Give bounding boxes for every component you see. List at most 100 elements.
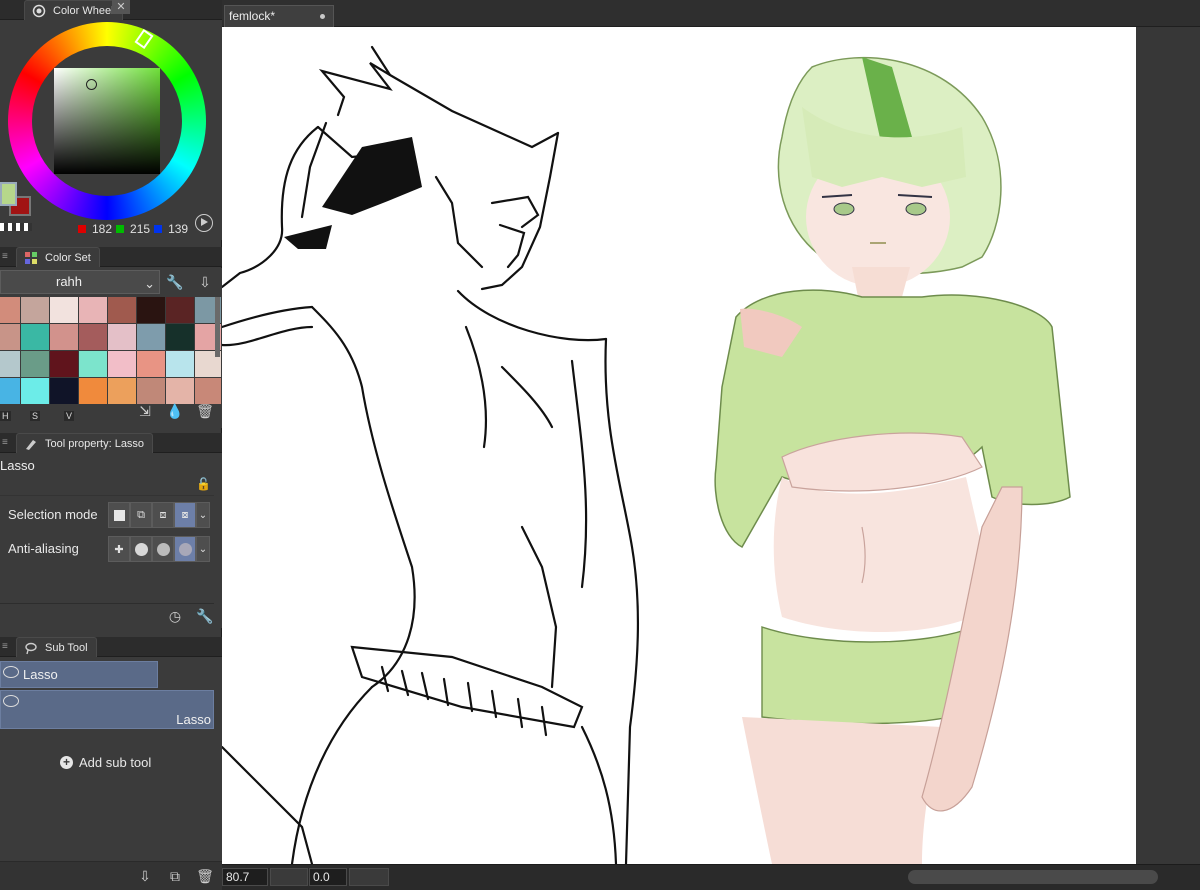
brush-icon [26, 440, 36, 450]
saturation-mode-label[interactable]: S [30, 411, 41, 421]
saturation-value-square[interactable] [54, 68, 160, 174]
sub-tool-detail-icon[interactable]: ◷ [166, 607, 184, 625]
color-swatch[interactable] [166, 351, 194, 377]
color-swatch[interactable] [166, 378, 194, 404]
color-swatch[interactable] [50, 324, 78, 350]
color-swatch[interactable] [195, 378, 221, 404]
add-color-icon[interactable]: ⇲ [136, 402, 154, 420]
color-swatch[interactable] [108, 351, 136, 377]
swatch-scrollbar[interactable] [215, 297, 220, 357]
colored-figure [714, 56, 1071, 864]
eyedropper-add-icon[interactable]: 💧 [166, 402, 184, 420]
color-swatch[interactable] [21, 351, 49, 377]
subtract-selection-button[interactable]: ⧈ [152, 502, 174, 528]
color-swatch[interactable] [21, 378, 49, 404]
close-icon[interactable]: ✕ [112, 0, 130, 14]
plus-icon: + [60, 756, 73, 769]
aa-weak-button[interactable] [130, 536, 152, 562]
color-swatch[interactable] [0, 324, 20, 350]
add-sub-tool-label: Add sub tool [79, 755, 152, 770]
color-swatch[interactable] [79, 324, 107, 350]
hue-mode-label[interactable]: H [0, 411, 11, 421]
color-swatch[interactable] [79, 297, 107, 323]
zoom-slider[interactable] [270, 868, 308, 886]
tab-color-set[interactable]: Color Set [16, 247, 100, 267]
sub-tool-item-lasso-2[interactable]: Lasso [0, 690, 214, 729]
color-wheel-icon [32, 4, 46, 18]
tab-color-wheel[interactable]: Color Wheel [24, 0, 123, 20]
add-selection-button[interactable]: ⧉ [130, 502, 152, 528]
intersect-selection-button[interactable]: ⧇ [174, 502, 196, 528]
color-swatch[interactable] [21, 324, 49, 350]
main-color-swatch[interactable] [0, 182, 17, 206]
color-swatch[interactable] [166, 324, 194, 350]
transparent-color-swatch[interactable] [0, 223, 32, 231]
color-swatch[interactable] [50, 297, 78, 323]
switch-mode-icon[interactable] [195, 214, 213, 232]
color-swatch[interactable] [79, 378, 107, 404]
square-icon [113, 509, 125, 521]
color-swatch[interactable] [108, 297, 136, 323]
aa-strong-button[interactable] [174, 536, 196, 562]
color-set-panel-title: Color Set [45, 252, 91, 264]
tool-property-panel-header: ≡ Tool property: Lasso [0, 433, 222, 453]
tab-sub-tool[interactable]: Sub Tool [16, 637, 97, 657]
trash-icon[interactable]: 🗑 [196, 867, 214, 885]
color-swatch[interactable] [108, 324, 136, 350]
color-swatch[interactable] [108, 378, 136, 404]
grip-icon[interactable]: ≡ [2, 438, 10, 448]
color-set-panel-header: ≡ Color Set [0, 247, 222, 267]
color-swatch[interactable] [137, 378, 165, 404]
horizontal-scrollbar[interactable] [908, 870, 1158, 884]
document-tab[interactable]: femlock* [224, 5, 334, 27]
wrench-icon[interactable]: 🔧 [196, 607, 214, 625]
zoom-field[interactable]: 80.7 [222, 868, 268, 886]
color-swatch[interactable] [0, 378, 20, 404]
color-swatch[interactable] [21, 297, 49, 323]
trash-icon[interactable]: 🗑 [196, 402, 214, 420]
drawing-canvas[interactable] [222, 27, 1136, 864]
color-swatch[interactable] [137, 297, 165, 323]
rotation-value: 0.0 [313, 870, 330, 884]
color-set-dropdown[interactable]: rahh ⌄ [0, 270, 160, 294]
anti-aliasing-label: Anti-aliasing [8, 541, 79, 556]
grip-icon[interactable]: ≡ [2, 252, 10, 262]
lock-icon[interactable]: 🔓 [196, 477, 211, 491]
color-set-name: rahh [56, 274, 83, 289]
line-sketch-figure [222, 45, 640, 864]
anti-aliasing-dropdown[interactable]: ⌄ [196, 536, 210, 562]
wrench-icon[interactable]: 🔧 [166, 273, 184, 291]
rotation-slider[interactable] [349, 868, 389, 886]
palette-icon [25, 252, 37, 264]
color-swatch[interactable] [0, 297, 20, 323]
status-bar: 80.7 0.0 [222, 864, 1200, 890]
sub-tool-item-lasso[interactable]: Lasso [0, 661, 158, 688]
color-swatch[interactable] [50, 351, 78, 377]
unsaved-dot-icon[interactable] [320, 14, 325, 19]
aa-none-button[interactable]: ✚ [108, 536, 130, 562]
clip-studio-window: Color Wheel ✕ 182 215 139 ≡ Color Set ra… [0, 0, 1200, 890]
color-swatch[interactable] [137, 351, 165, 377]
chevron-down-icon: ⌄ [144, 276, 155, 291]
new-selection-button[interactable] [108, 502, 130, 528]
rgb-blue-value: 139 [168, 222, 189, 236]
color-swatch[interactable] [137, 324, 165, 350]
color-swatch[interactable] [166, 297, 194, 323]
color-swatch[interactable] [0, 351, 20, 377]
import-icon[interactable]: ⇩ [136, 867, 154, 885]
grip-icon[interactable]: ≡ [2, 642, 10, 652]
selection-mode-dropdown[interactable]: ⌄ [196, 502, 210, 528]
add-sub-tool-button[interactable]: + Add sub tool [60, 755, 151, 770]
duplicate-icon[interactable]: ⧉ [166, 867, 184, 885]
tab-tool-property[interactable]: Tool property: Lasso [16, 433, 154, 453]
color-swatch[interactable] [50, 378, 78, 404]
sv-cursor[interactable] [86, 79, 97, 90]
color-swatch[interactable] [79, 351, 107, 377]
aa-medium-button[interactable] [152, 536, 174, 562]
import-icon[interactable]: ⇩ [196, 273, 214, 291]
color-set-panel: rahh ⌄ 🔧 ⇩ H S V ⇲ 💧 🗑 [0, 268, 222, 428]
value-mode-label[interactable]: V [64, 411, 75, 421]
rotation-field[interactable]: 0.0 [309, 868, 347, 886]
circle-icon [178, 542, 192, 556]
circle-icon [156, 542, 170, 556]
